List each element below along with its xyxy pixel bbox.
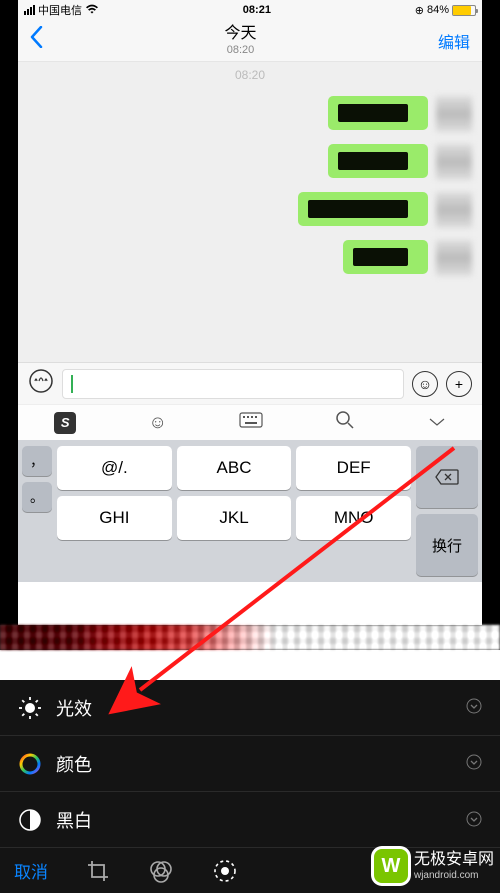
wifi-icon bbox=[85, 4, 99, 17]
chevron-down-icon bbox=[466, 811, 482, 830]
key-ghi[interactable]: GHI bbox=[57, 496, 172, 540]
nav-bar: 今天 08:20 编辑 bbox=[18, 20, 482, 62]
color-ring-icon bbox=[18, 752, 42, 776]
chat-area: 08:20 bbox=[18, 62, 482, 362]
viewer-left-bar bbox=[0, 0, 18, 630]
message-row bbox=[18, 90, 482, 138]
battery-icon bbox=[452, 5, 476, 16]
key-backspace[interactable] bbox=[416, 446, 478, 508]
message-bubble[interactable] bbox=[328, 144, 428, 178]
edit-row-bw[interactable]: 黑白 bbox=[0, 792, 500, 848]
plus-icon[interactable]: + bbox=[446, 371, 472, 397]
emoji-tab-icon[interactable]: ☺ bbox=[148, 412, 166, 433]
message-row bbox=[18, 186, 482, 234]
voice-icon[interactable] bbox=[28, 368, 54, 399]
status-bar: 中国电信 08:21 ⊕ 84% bbox=[18, 0, 482, 20]
status-left: 中国电信 bbox=[24, 2, 99, 18]
message-input[interactable] bbox=[62, 369, 404, 399]
emoji-icon[interactable]: ☺ bbox=[412, 371, 438, 397]
redacted-text bbox=[338, 152, 408, 170]
viewer-right-bar bbox=[482, 0, 500, 630]
message-row bbox=[18, 138, 482, 186]
message-bubble[interactable] bbox=[298, 192, 428, 226]
edit-row-label: 光效 bbox=[56, 695, 452, 721]
keyboard-tab-icon[interactable] bbox=[239, 412, 263, 433]
alarm-icon: ⊕ bbox=[415, 4, 424, 17]
avatar[interactable] bbox=[436, 96, 472, 132]
nav-title: 今天 bbox=[224, 24, 256, 43]
edit-gap bbox=[0, 650, 500, 680]
brightness-icon bbox=[18, 696, 42, 720]
photo-edit-panel: 光效 颜色 bbox=[0, 625, 500, 893]
edit-bottom-bar: 取消 bbox=[0, 847, 500, 893]
signal-icon bbox=[24, 5, 35, 15]
collapse-icon[interactable] bbox=[428, 412, 446, 433]
back-button[interactable] bbox=[30, 26, 43, 55]
chevron-down-icon bbox=[466, 698, 482, 717]
edit-options-list: 光效 颜色 bbox=[0, 680, 500, 848]
search-tab-icon[interactable] bbox=[335, 410, 355, 435]
key-at[interactable]: @/. bbox=[57, 446, 172, 490]
key-period[interactable]: 。 bbox=[22, 482, 52, 512]
message-bubble[interactable] bbox=[343, 240, 428, 274]
nav-subtitle: 08:20 bbox=[224, 44, 256, 57]
keyboard: ， 。 @/. ABC DEF GHI JKL MNO 换行 bbox=[18, 440, 482, 582]
status-right: ⊕ 84% bbox=[415, 4, 476, 17]
edit-preview-strip bbox=[0, 625, 500, 650]
filters-tool-icon[interactable] bbox=[148, 858, 174, 884]
key-mno[interactable]: MNO bbox=[296, 496, 411, 540]
edit-row-label: 颜色 bbox=[56, 751, 452, 777]
key-def[interactable]: DEF bbox=[296, 446, 411, 490]
message-row bbox=[18, 234, 482, 282]
nav-center: 今天 08:20 bbox=[224, 24, 256, 56]
cancel-button[interactable]: 取消 bbox=[14, 858, 48, 883]
text-cursor bbox=[71, 375, 73, 393]
edit-row-light[interactable]: 光效 bbox=[0, 680, 500, 736]
edit-row-label: 黑白 bbox=[56, 807, 452, 833]
chevron-down-icon bbox=[466, 754, 482, 773]
avatar[interactable] bbox=[436, 144, 472, 180]
key-comma[interactable]: ， bbox=[22, 446, 52, 476]
key-jkl[interactable]: JKL bbox=[177, 496, 292, 540]
chat-timestamp: 08:20 bbox=[18, 68, 482, 82]
edit-row-color[interactable]: 颜色 bbox=[0, 736, 500, 792]
battery-percent: 84% bbox=[427, 4, 449, 16]
edit-button[interactable]: 编辑 bbox=[438, 29, 470, 53]
keyboard-toolbar: S ☺ bbox=[18, 404, 482, 440]
avatar[interactable] bbox=[436, 192, 472, 228]
screenshot-preview: 中国电信 08:21 ⊕ 84% 今天 08:20 编辑 08:20 bbox=[18, 0, 482, 630]
key-linebreak[interactable]: 换行 bbox=[416, 514, 478, 576]
redacted-text bbox=[353, 248, 408, 266]
redacted-text bbox=[338, 104, 408, 122]
crop-tool-icon[interactable] bbox=[86, 859, 110, 883]
avatar[interactable] bbox=[436, 240, 472, 276]
redacted-text bbox=[308, 200, 408, 218]
adjust-tool-icon[interactable] bbox=[212, 858, 238, 884]
key-abc[interactable]: ABC bbox=[177, 446, 292, 490]
black-white-icon bbox=[18, 808, 42, 832]
carrier-label: 中国电信 bbox=[38, 2, 82, 18]
status-time: 08:21 bbox=[243, 4, 271, 16]
message-input-bar: ☺ + bbox=[18, 362, 482, 404]
sogou-icon[interactable]: S bbox=[54, 412, 76, 434]
message-bubble[interactable] bbox=[328, 96, 428, 130]
